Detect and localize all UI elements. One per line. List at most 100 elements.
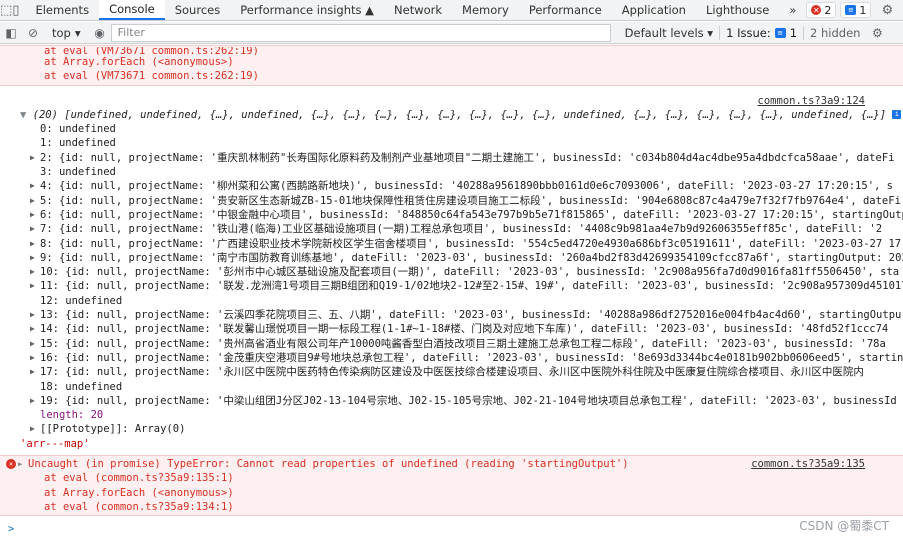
- tab-performance[interactable]: Performance: [519, 0, 612, 20]
- array-item-row: 18: undefined: [0, 380, 903, 394]
- console-prompt[interactable]: >: [0, 522, 903, 536]
- array-item-text: 15: {id: null, projectName: '贵州高省酒业有限公司年…: [40, 337, 886, 350]
- error-stack-line: at eval (VM73671 common.ts:262:19): [44, 47, 259, 55]
- caret-right-icon: ▶: [30, 252, 35, 262]
- tab-memory[interactable]: Memory: [452, 0, 519, 20]
- caret-right-icon: ▶: [30, 195, 35, 205]
- error-x-icon: ✕: [6, 459, 16, 470]
- prompt-chevron-icon: >: [8, 523, 15, 536]
- error-source-link[interactable]: common.ts?35a9:135: [751, 457, 865, 471]
- caret-right-icon: ▶: [30, 424, 35, 434]
- messages-badge[interactable]: ≡ 1: [840, 2, 872, 18]
- caret-right-icon: ▶: [30, 152, 35, 162]
- tab-lighthouse[interactable]: Lighthouse: [696, 0, 779, 20]
- string-value: 'arr---map': [20, 437, 90, 450]
- array-item-text: 4: {id: null, projectName: '柳州菜和公寓(西鹅路新地…: [40, 180, 893, 193]
- error-message-line[interactable]: ✕ ▸ Uncaught (in promise) TypeError: Can…: [0, 457, 903, 471]
- inspect-element-icon[interactable]: ⬚: [0, 0, 12, 20]
- array-item-text: 2: {id: null, projectName: '重庆凯林制药"长寿国际化…: [40, 151, 895, 164]
- watermark: CSDN @蜀黍CT: [799, 519, 889, 533]
- caret-right-icon: ▶: [30, 338, 35, 348]
- log-levels-dropdown[interactable]: Default levels ▾: [619, 26, 719, 40]
- caret-right-icon: ▶: [30, 324, 35, 334]
- array-preview: (20) [undefined, undefined, {…}, undefin…: [32, 108, 887, 121]
- more-tabs-button[interactable]: »: [779, 0, 806, 20]
- array-item-row[interactable]: ▶ 16: {id: null, projectName: '金茂重庆空港项目9#…: [0, 351, 903, 365]
- live-expression-eye-icon[interactable]: ◉: [89, 26, 111, 40]
- issue-icon: ≡: [774, 27, 786, 38]
- console-settings-gear-icon[interactable]: ⚙: [866, 26, 888, 40]
- tab-console[interactable]: Console: [99, 0, 165, 20]
- tab-elements[interactable]: Elements: [25, 0, 99, 20]
- info-icon: i: [892, 110, 902, 120]
- array-item-text: 18: undefined: [40, 380, 123, 393]
- tab-performance-insights[interactable]: Performance insights ▲: [230, 0, 384, 20]
- hidden-messages-count: 2 hidden: [803, 25, 866, 40]
- issues-label: 1 Issue:: [726, 25, 771, 40]
- errors-badge[interactable]: ✕ 2: [806, 2, 837, 18]
- array-item-text: length: 20: [40, 409, 104, 422]
- error-icon: ✕: [811, 5, 822, 15]
- filter-input[interactable]: [110, 23, 611, 42]
- array-item-text: 0: undefined: [40, 123, 116, 136]
- caret-right-icon: ▶: [30, 395, 35, 405]
- array-item-row[interactable]: ▶ 8: {id: null, projectName: '广西建设职业技术学院新…: [0, 237, 903, 251]
- chevron-down-icon: ▾: [74, 25, 81, 40]
- caret-right-icon: ▶: [30, 181, 35, 191]
- caret-right-icon: ▶: [30, 310, 35, 320]
- array-item-row[interactable]: ▶ 11: {id: null, projectName: '联发.龙洲湾1号项目…: [0, 279, 903, 293]
- sidebar-toggle-icon[interactable]: ◧: [0, 26, 22, 40]
- array-item-row[interactable]: ▶ 2: {id: null, projectName: '重庆凯林制药"长寿国际…: [0, 151, 903, 165]
- array-item-row[interactable]: ▶ 7: {id: null, projectName: '铁山港(临海)工业区基…: [0, 222, 903, 236]
- array-item-text: 19: {id: null, projectName: '中梁山组团J分区J02…: [40, 394, 897, 407]
- array-item-row[interactable]: ▶ 10: {id: null, projectName: '彭州市中心城区基础设…: [0, 265, 903, 279]
- error-stack-line: at Array.forEach (<anonymous>): [44, 56, 234, 68]
- array-item-text: 6: {id: null, projectName: '中银金融中心项目', b…: [40, 208, 903, 221]
- caret-right-icon: ▶: [30, 209, 35, 219]
- array-item-row[interactable]: ▶ 19: {id: null, projectName: '中梁山组团J分区J0…: [0, 394, 903, 408]
- array-item-row[interactable]: ▶ [[Prototype]]: Array(0): [0, 422, 903, 436]
- clear-console-icon[interactable]: ⊘: [22, 26, 44, 40]
- array-item-row[interactable]: ▶ 17: {id: null, projectName: '永川区中医院中医药特…: [0, 365, 903, 379]
- array-item-row[interactable]: ▶ 9: {id: null, projectName: '南宁市国防教育训练基地…: [0, 251, 903, 265]
- array-item-row[interactable]: ▶ 13: {id: null, projectName: '云溪四季花院项目三、…: [0, 308, 903, 322]
- context-selector[interactable]: top ▾: [44, 26, 89, 40]
- array-item-row[interactable]: ▶ 6: {id: null, projectName: '中银金融中心项目', …: [0, 208, 903, 222]
- array-item-row[interactable]: ▶ 15: {id: null, projectName: '贵州高省酒业有限公司…: [0, 337, 903, 351]
- console-output[interactable]: at eval (VM73671 common.ts:262:19) at Ar…: [0, 45, 903, 542]
- log-source-link[interactable]: common.ts?3a9:124: [758, 94, 865, 108]
- array-item-text: 7: {id: null, projectName: '铁山港(临海)工业区基础…: [40, 223, 883, 236]
- caret-right-icon: ▶: [30, 281, 35, 291]
- tab-application[interactable]: Application: [612, 0, 696, 20]
- error-stack-line: at eval (VM73671 common.ts:262:19): [44, 70, 259, 83]
- issues-count: 1: [789, 25, 798, 40]
- tab-sources[interactable]: Sources: [165, 0, 231, 20]
- console-filter-bar: ◧ ⊘ top ▾ ◉ Default levels ▾ 1 Issue: ≡ …: [0, 22, 903, 44]
- array-item-row[interactable]: ▶ 4: {id: null, projectName: '柳州菜和公寓(西鹅路新…: [0, 179, 903, 193]
- array-item-text: 5: {id: null, projectName: '贵安新区生态新城ZB-1…: [40, 194, 901, 207]
- array-item-row: length: 20: [0, 408, 903, 422]
- array-item-text: 10: {id: null, projectName: '彭州市中心城区基础设施…: [40, 266, 900, 279]
- caret-right-icon: ▶: [30, 352, 35, 362]
- array-item-row[interactable]: ▶ 5: {id: null, projectName: '贵安新区生态新城ZB-…: [0, 194, 903, 208]
- caret-right-icon: ▶: [30, 367, 35, 377]
- caret-right-icon: ▸: [17, 458, 24, 471]
- error-stack-line: at eval (common.ts?35a9:135:1): [44, 472, 234, 485]
- tab-network[interactable]: Network: [384, 0, 452, 20]
- caret-right-icon: ▶: [30, 224, 35, 234]
- array-item-text: 17: {id: null, projectName: '永川区中医院中医药特色…: [40, 366, 864, 379]
- caret-right-icon: ▶: [30, 267, 35, 277]
- array-log-header[interactable]: ▼ (20) [undefined, undefined, {…}, undef…: [0, 108, 903, 122]
- issues-button[interactable]: 1 Issue: ≡ 1: [719, 25, 803, 40]
- device-toolbar-icon[interactable]: ▯: [12, 0, 19, 20]
- array-item-text: 14: {id: null, projectName: '联发馨山璟悦项目一期一…: [40, 323, 889, 336]
- array-item-row[interactable]: ▶ 14: {id: null, projectName: '联发馨山璟悦项目一期…: [0, 322, 903, 336]
- uncaught-error-block: ✕ ▸ Uncaught (in promise) TypeError: Can…: [0, 455, 903, 517]
- array-item-text: 3: undefined: [40, 166, 116, 179]
- array-item-text: 13: {id: null, projectName: '云溪四季花院项目三、五…: [40, 309, 902, 322]
- array-item-text: 9: {id: null, projectName: '南宁市国防教育训练基地'…: [40, 251, 903, 264]
- settings-gear-icon[interactable]: ⚙: [875, 3, 899, 18]
- array-item-row: 0: undefined: [0, 122, 903, 136]
- array-item-text: [[Prototype]]: Array(0): [40, 423, 186, 436]
- log-source-row: common.ts?3a9:124: [0, 94, 903, 108]
